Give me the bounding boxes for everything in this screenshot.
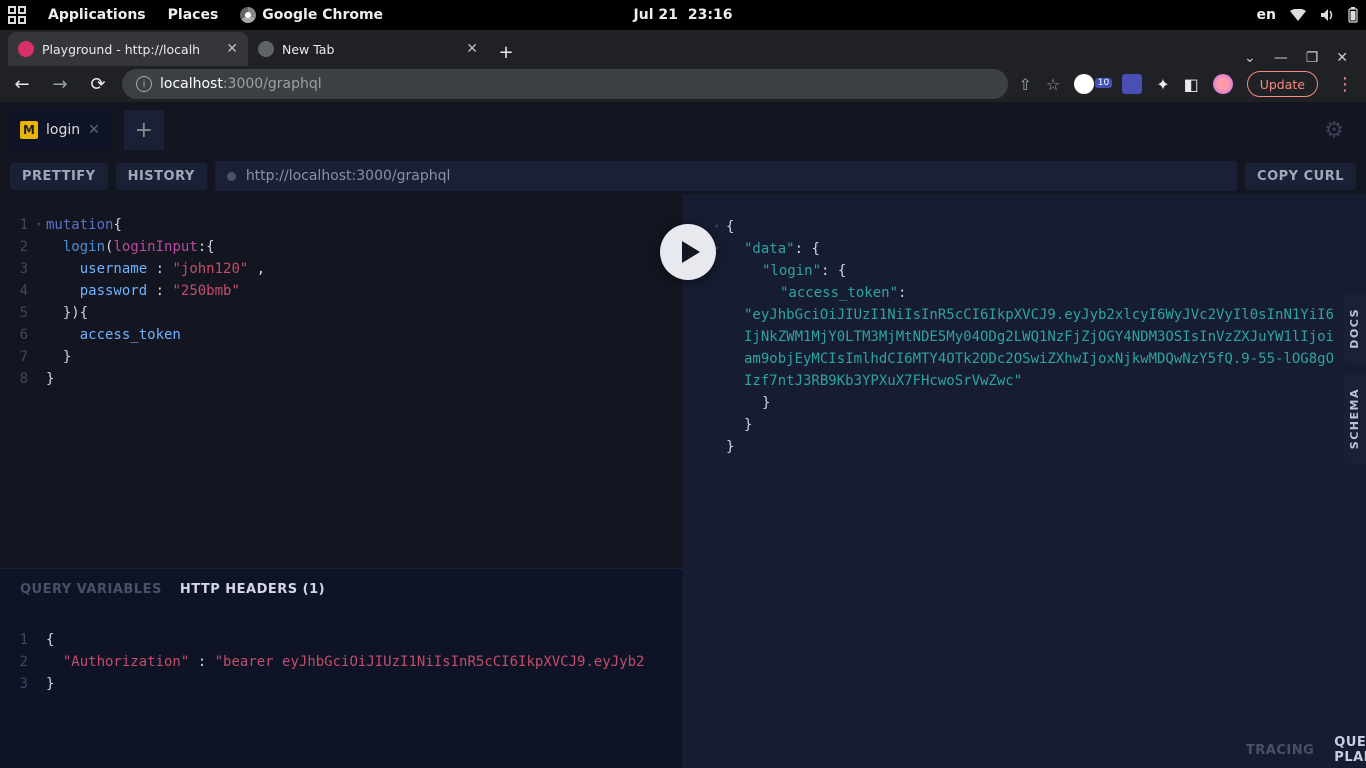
history-button[interactable]: HISTORY <box>116 163 207 190</box>
extension-icon[interactable] <box>1122 74 1142 94</box>
fold-gutter <box>36 629 46 758</box>
volume-icon[interactable] <box>1320 8 1334 22</box>
headers-editor[interactable]: 1 2 3 { "Authorization" : "bearer eyJhbG… <box>0 609 683 768</box>
chrome-menu-icon[interactable]: ⋮ <box>1332 74 1358 95</box>
query-plan-tab[interactable]: QUERY PLAN <box>1334 735 1366 765</box>
tab-title: Playground - http://localh <box>42 42 200 57</box>
wifi-icon[interactable] <box>1290 9 1306 21</box>
endpoint-status-icon <box>227 172 236 181</box>
reload-button[interactable]: ⟳ <box>84 70 112 98</box>
line-gutter: 1 2 3 <box>10 629 36 758</box>
query-panel: 1 2 3 4 5 6 7 8 ▾ mutation{ login(loginI… <box>0 194 684 768</box>
browser-tab-inactive[interactable]: New Tab ✕ <box>248 32 488 66</box>
newtab-favicon <box>258 41 274 57</box>
playground-toolbar: PRETTIFY HISTORY http://localhost:3000/g… <box>0 158 1366 194</box>
fold-gutter: ▾ <box>36 214 46 558</box>
chrome-app-label: Google Chrome <box>262 7 383 23</box>
playground-tab-label: login <box>46 122 80 138</box>
window-close-icon[interactable]: ✕ <box>1336 50 1348 66</box>
chrome-toolbar: ← → ⟳ i localhost:3000/graphql ⇧ ☆ 10 ✦ … <box>0 66 1366 102</box>
playground-new-tab-button[interactable]: + <box>124 110 164 150</box>
endpoint-url: http://localhost:3000/graphql <box>246 168 451 184</box>
playground-tabs: M login ✕ + ⚙ <box>0 102 1366 158</box>
clock[interactable]: Jul 21 23:16 <box>634 7 733 23</box>
execute-query-button[interactable] <box>660 224 716 280</box>
response-panel: ▾ ▾ { "data": { "login": { "access_token… <box>684 194 1366 768</box>
query-editor[interactable]: 1 2 3 4 5 6 7 8 ▾ mutation{ login(loginI… <box>0 194 683 568</box>
update-button[interactable]: Update <box>1247 71 1318 97</box>
variables-panel: QUERY VARIABLES HTTP HEADERS (1) 1 2 3 {… <box>0 568 683 768</box>
chrome-app-indicator[interactable]: Google Chrome <box>240 7 383 23</box>
tab-search-icon[interactable]: ⌄ <box>1244 50 1256 66</box>
tab-title: New Tab <box>282 42 334 57</box>
tab-close-icon[interactable]: ✕ <box>226 41 238 57</box>
schema-tab[interactable]: SCHEMA <box>1343 374 1366 463</box>
chrome-tab-strip: Playground - http://localh ✕ New Tab ✕ +… <box>0 30 1366 66</box>
settings-gear-icon[interactable]: ⚙ <box>1324 118 1358 143</box>
clock-date: Jul 21 <box>634 7 678 23</box>
window-minimize-icon[interactable]: — <box>1274 50 1288 66</box>
url-text: localhost:3000/graphql <box>160 76 322 92</box>
extension-badge: 10 <box>1095 78 1112 88</box>
graphql-playground: M login ✕ + ⚙ PRETTIFY HISTORY http://lo… <box>0 102 1366 768</box>
address-bar[interactable]: i localhost:3000/graphql <box>122 69 1008 99</box>
headers-code: { "Authorization" : "bearer eyJhbGciOiJI… <box>46 629 644 758</box>
side-panel-icon[interactable]: ◧ <box>1184 75 1199 94</box>
playground-main: 1 2 3 4 5 6 7 8 ▾ mutation{ login(loginI… <box>0 194 1366 768</box>
bookmark-star-icon[interactable]: ☆ <box>1046 75 1060 94</box>
browser-tab-active[interactable]: Playground - http://localh ✕ <box>8 32 248 66</box>
operation-type-badge: M <box>20 121 38 139</box>
clock-time: 23:16 <box>688 7 733 23</box>
chrome-window: Playground - http://localh ✕ New Tab ✕ +… <box>0 30 1366 102</box>
extension-icon[interactable] <box>1074 74 1094 94</box>
new-tab-button[interactable]: + <box>492 38 520 66</box>
profile-avatar[interactable] <box>1213 74 1233 94</box>
back-button[interactable]: ← <box>8 70 36 98</box>
query-variables-tab[interactable]: QUERY VARIABLES <box>20 582 162 597</box>
copy-curl-button[interactable]: COPY CURL <box>1245 163 1356 190</box>
places-menu[interactable]: Places <box>168 7 219 23</box>
forward-button[interactable]: → <box>46 70 74 98</box>
response-viewer[interactable]: ▾ ▾ { "data": { "login": { "access_token… <box>684 194 1366 468</box>
applications-menu[interactable]: Applications <box>48 7 146 23</box>
site-info-icon[interactable]: i <box>136 76 152 92</box>
keyboard-lang[interactable]: en <box>1257 7 1276 23</box>
playground-favicon <box>18 41 34 57</box>
query-code: mutation{ login(loginInput:{ username : … <box>46 214 265 558</box>
endpoint-input[interactable]: http://localhost:3000/graphql <box>215 161 1237 191</box>
chrome-icon <box>240 7 256 23</box>
access-token-value: "eyJhbGciOiJIUzI1NiIsInR5cCI6IkpXVCJ9.ey… <box>744 307 1334 389</box>
tracing-tab[interactable]: TRACING <box>1246 743 1314 758</box>
http-headers-tab[interactable]: HTTP HEADERS (1) <box>180 582 325 597</box>
extensions-puzzle-icon[interactable]: ✦ <box>1156 75 1169 94</box>
tab-close-icon[interactable]: ✕ <box>466 41 478 57</box>
gnome-top-bar: Applications Places Google Chrome Jul 21… <box>0 0 1366 30</box>
share-icon[interactable]: ⇧ <box>1018 75 1031 94</box>
playground-tab-close-icon[interactable]: ✕ <box>88 122 100 138</box>
prettify-button[interactable]: PRETTIFY <box>10 163 108 190</box>
line-gutter: 1 2 3 4 5 6 7 8 <box>10 214 36 558</box>
activities-icon[interactable] <box>8 6 26 24</box>
battery-icon[interactable] <box>1348 7 1358 23</box>
playground-tab-active[interactable]: M login ✕ <box>8 110 112 150</box>
window-maximize-icon[interactable]: ❐ <box>1306 50 1319 66</box>
docs-tab[interactable]: DOCS <box>1343 294 1366 363</box>
